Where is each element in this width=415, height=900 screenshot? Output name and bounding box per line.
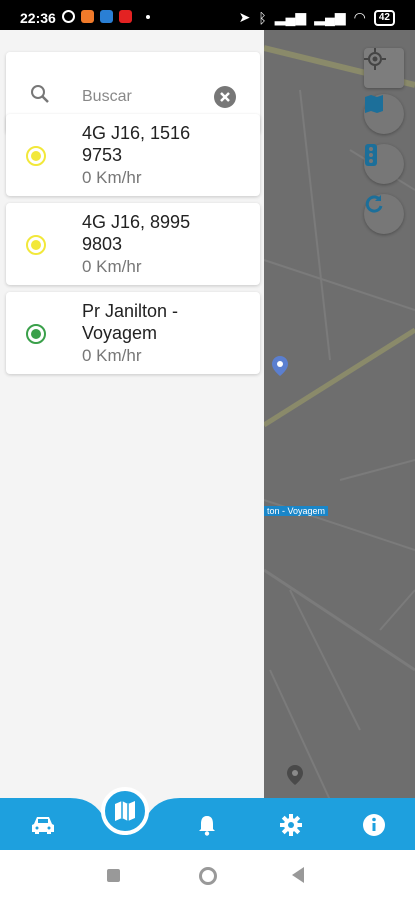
map-type-button[interactable]: [364, 94, 404, 134]
gear-icon: [280, 814, 302, 836]
youtube-icon: [119, 10, 132, 23]
map-icon: [365, 95, 383, 113]
recents-button[interactable]: [107, 869, 120, 882]
place-marker-icon[interactable]: [272, 356, 288, 376]
battery-icon: 42: [373, 9, 395, 26]
vehicle-card[interactable]: Pr Janilton - Voyagem 0 Km/hr: [6, 292, 260, 374]
signal-icon: ▂▄▆: [314, 9, 346, 25]
status-indicator-icon: [26, 146, 46, 166]
bell-icon: [199, 816, 215, 836]
alarm-icon: [62, 10, 75, 23]
clear-icon[interactable]: [214, 86, 236, 108]
refresh-icon: [365, 195, 383, 213]
location-icon: ➤: [238, 9, 251, 25]
system-icons: ➤ ᛒ ▂▄▆ ▂▄▆ ◠ 42: [239, 9, 395, 26]
info-icon: [363, 814, 385, 836]
app-notification-icon: [81, 10, 94, 23]
notification-icons: [62, 10, 150, 23]
status-indicator-icon: [26, 324, 46, 344]
wifi-icon: ◠: [353, 9, 366, 25]
refresh-button[interactable]: [364, 194, 404, 234]
vehicle-name: 4G J16, 1516 9753: [82, 123, 191, 165]
back-button[interactable]: [292, 867, 304, 883]
status-indicator-icon: [26, 235, 46, 255]
nav-vehicles-button[interactable]: [28, 810, 58, 840]
nav-info-button[interactable]: [359, 810, 389, 840]
vehicle-speed: 0 Km/hr: [82, 346, 142, 365]
car-icon: [32, 817, 54, 834]
search-icon: [31, 85, 49, 103]
nav-settings-button[interactable]: [276, 810, 306, 840]
traffic-button[interactable]: [364, 144, 404, 184]
vehicle-drawer: Buscar 4G J16, 1516 9753 0 Km/hr 4G J16,…: [0, 30, 264, 800]
app-notification-icon: [100, 10, 113, 23]
place-marker-icon[interactable]: [287, 765, 303, 785]
nav-alerts-button[interactable]: [192, 810, 222, 840]
bluetooth-icon: ᛒ: [258, 9, 267, 26]
bottom-navigation: [0, 798, 415, 850]
crosshair-icon: [364, 48, 386, 70]
vehicle-speed: 0 Km/hr: [82, 257, 142, 276]
vehicle-speed: 0 Km/hr: [82, 168, 142, 187]
search-input[interactable]: Buscar: [82, 88, 132, 106]
home-button[interactable]: [199, 867, 217, 885]
system-navigation-bar: [0, 850, 415, 900]
vehicle-name: Pr Janilton - Voyagem: [82, 301, 179, 343]
my-location-button[interactable]: [364, 48, 404, 88]
map-icon: [115, 801, 135, 821]
nav-map-button[interactable]: [101, 787, 149, 835]
vehicle-name: 4G J16, 8995 9803: [82, 212, 191, 254]
vehicle-marker-label[interactable]: ton - Voyagem: [264, 506, 329, 516]
vehicle-card[interactable]: 4G J16, 8995 9803 0 Km/hr: [6, 203, 260, 285]
status-time: 22:36: [20, 10, 56, 26]
more-notifications-icon: [146, 14, 150, 19]
signal-icon: ▂▄▆: [274, 9, 307, 25]
vehicle-card[interactable]: 4G J16, 1516 9753 0 Km/hr: [6, 114, 260, 196]
traffic-light-icon: [365, 144, 377, 166]
